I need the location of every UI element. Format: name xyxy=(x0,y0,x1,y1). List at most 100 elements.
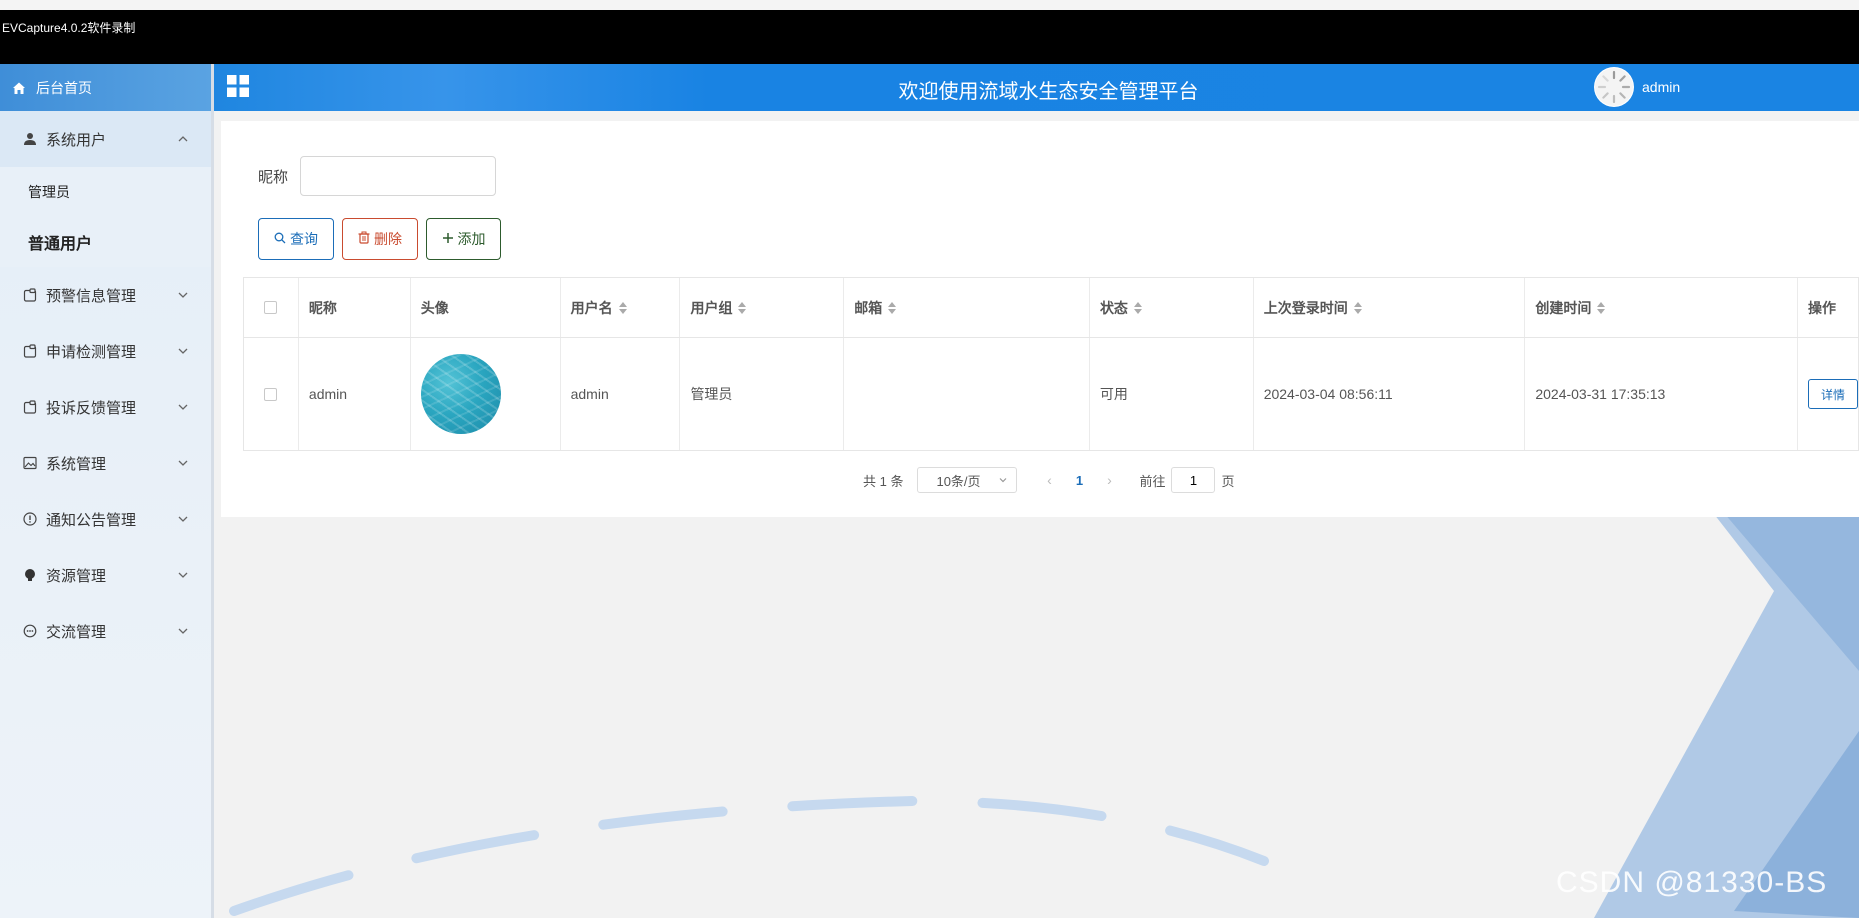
col-status[interactable]: 状态 xyxy=(1090,278,1254,337)
sidebar-item-label: 交流管理 xyxy=(46,623,107,641)
chevron-down-icon xyxy=(177,625,189,637)
chat-icon xyxy=(22,623,38,639)
chevron-down-icon xyxy=(177,513,189,525)
goto-page-input[interactable] xyxy=(1171,467,1216,493)
query-button-label: 查询 xyxy=(290,231,318,247)
goto-suffix: 页 xyxy=(1221,473,1235,489)
total-count: 共 1 条 xyxy=(863,473,904,489)
home-icon xyxy=(12,81,26,95)
delete-button[interactable]: 删除 xyxy=(342,218,418,260)
col-email-label: 邮箱 xyxy=(854,299,883,316)
cell-username: admin xyxy=(561,338,681,450)
sidebar-item-inspection-requests[interactable]: 申请检测管理 xyxy=(0,323,211,379)
image-icon xyxy=(22,455,38,471)
sort-icon[interactable] xyxy=(888,301,897,314)
col-created-label: 创建时间 xyxy=(1535,299,1592,316)
toolbar: 查询 删除 添加 xyxy=(258,218,501,260)
sort-icon[interactable] xyxy=(1353,301,1362,314)
sidebar-item-complaints[interactable]: 投诉反馈管理 xyxy=(0,379,211,435)
watermark: CSDN @81330-BS xyxy=(1556,866,1828,899)
sidebar-item-normal-users[interactable]: 普通用户 xyxy=(0,217,211,267)
col-username-label: 用户名 xyxy=(570,299,613,316)
trash-icon xyxy=(358,231,370,247)
sort-icon[interactable] xyxy=(1133,301,1142,314)
sidebar-item-system-users[interactable]: 系统用户 xyxy=(0,111,211,167)
window-titlebar-strip xyxy=(0,0,1859,10)
sort-icon[interactable] xyxy=(1597,301,1606,314)
cell-group: 管理员 xyxy=(680,338,845,450)
col-last-login-label: 上次登录时间 xyxy=(1263,299,1348,316)
sort-icon[interactable] xyxy=(618,301,627,314)
add-button[interactable]: 添加 xyxy=(426,218,501,260)
col-nickname: 昵称 xyxy=(299,278,411,337)
chevron-down-icon xyxy=(177,457,189,469)
next-page-icon[interactable]: › xyxy=(1099,472,1119,488)
cell-actions: 详情 xyxy=(1798,338,1858,450)
cell-created: 2024-03-31 17:35:13 xyxy=(1525,338,1798,450)
sidebar-home[interactable]: 后台首页 xyxy=(0,64,211,111)
pagination: 共 1 条 10条/页 ‹ 1 › 前往 页 xyxy=(863,467,1235,493)
cell-last-login: 2024-03-04 08:56:11 xyxy=(1254,338,1526,450)
prev-page-icon[interactable]: ‹ xyxy=(1039,472,1059,488)
user-icon xyxy=(22,131,38,147)
col-created[interactable]: 创建时间 xyxy=(1525,278,1799,337)
sidebar-item-label: 申请检测管理 xyxy=(46,343,137,361)
clipboard-icon xyxy=(22,287,38,303)
sort-icon[interactable] xyxy=(738,301,747,314)
recorder-bar: EVCapture4.0.2软件录制 xyxy=(0,0,1859,64)
sidebar-item-communication[interactable]: 交流管理 xyxy=(0,603,211,659)
nickname-input[interactable] xyxy=(300,156,497,196)
avatar[interactable] xyxy=(1594,67,1634,107)
sidebar-item-resources[interactable]: 资源管理 xyxy=(0,547,211,603)
query-button[interactable]: 查询 xyxy=(258,218,334,260)
col-group-label: 用户组 xyxy=(690,299,733,316)
sidebar-item-label: 投诉反馈管理 xyxy=(46,399,137,417)
cell-email xyxy=(844,338,1090,450)
sidebar-item-system-management[interactable]: 系统管理 xyxy=(0,435,211,491)
page-size-select[interactable]: 10条/页 xyxy=(917,467,1018,493)
chevron-down-icon xyxy=(177,289,189,301)
user-avatar-image xyxy=(420,354,501,434)
sidebar-item-notices[interactable]: 通知公告管理 xyxy=(0,491,211,547)
select-all-checkbox[interactable] xyxy=(264,301,278,314)
goto-prefix: 前往 xyxy=(1139,473,1166,489)
col-group[interactable]: 用户组 xyxy=(680,278,845,337)
sidebar-item-label: 系统管理 xyxy=(46,455,107,473)
col-last-login[interactable]: 上次登录时间 xyxy=(1254,278,1526,337)
sidebar-item-label: 预警信息管理 xyxy=(46,287,137,305)
nickname-label: 昵称 xyxy=(258,168,289,186)
cell-avatar xyxy=(411,338,561,450)
plus-icon xyxy=(442,231,454,247)
current-user[interactable]: admin xyxy=(1642,79,1680,95)
add-button-label: 添加 xyxy=(457,231,486,247)
sidebar-item-label: 通知公告管理 xyxy=(46,511,137,529)
row-checkbox[interactable] xyxy=(264,387,278,401)
col-avatar: 头像 xyxy=(411,278,561,337)
col-status-label: 状态 xyxy=(1099,299,1128,316)
col-actions: 操作 xyxy=(1808,299,1837,316)
users-table: 昵称 头像 用户名 用户组 邮箱 状态 上次登录时间 创建时间 操作 admin… xyxy=(243,277,1859,451)
search-icon xyxy=(274,231,286,247)
delete-button-label: 删除 xyxy=(374,231,402,247)
info-circle-icon xyxy=(22,511,38,527)
sidebar-item-warning-info[interactable]: 预警信息管理 xyxy=(0,267,211,323)
detail-button[interactable]: 详情 xyxy=(1807,379,1858,409)
row-select-cell xyxy=(244,338,299,450)
table-row: admin admin 管理员 可用 2024-03-04 08:56:11 2… xyxy=(244,338,1858,450)
goto-page: 前往 页 xyxy=(1139,467,1235,493)
sidebar-home-label: 后台首页 xyxy=(36,79,92,96)
chevron-down-icon xyxy=(177,345,189,357)
chevron-down-icon xyxy=(998,473,1008,488)
col-email[interactable]: 邮箱 xyxy=(844,278,1090,337)
chevron-up-icon xyxy=(177,133,189,145)
search-form: 昵称 xyxy=(258,156,497,196)
sidebar-item-label: 系统用户 xyxy=(46,131,107,149)
clipboard-icon xyxy=(22,343,38,359)
sidebar: 后台首页 系统用户 管理员 普通用户 预警信息管理 申请检测管理 投诉反馈管理 … xyxy=(0,64,214,918)
loading-avatar-icon xyxy=(1595,68,1633,106)
main-panel: 昵称 查询 删除 添加 昵称 头像 用户名 用户组 邮箱 状态 上次登录时间 创… xyxy=(221,121,1859,517)
col-username[interactable]: 用户名 xyxy=(561,278,681,337)
page-number[interactable]: 1 xyxy=(1059,473,1099,488)
sidebar-item-admins[interactable]: 管理员 xyxy=(0,167,211,217)
page-size-value: 10条/页 xyxy=(936,473,981,489)
